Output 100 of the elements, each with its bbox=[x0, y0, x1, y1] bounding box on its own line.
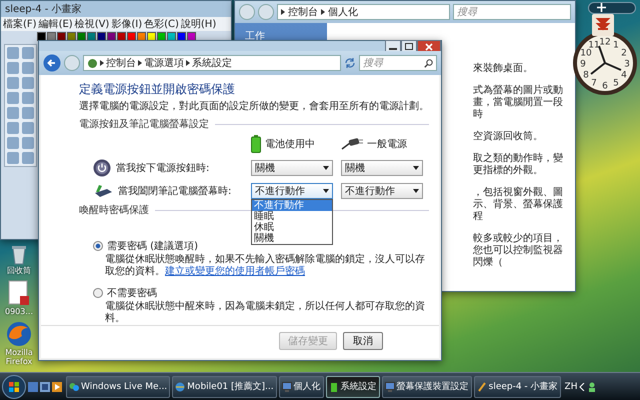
breadcrumb-item[interactable]: 個人化 bbox=[328, 5, 358, 19]
radio-label[interactable]: 需要密碼 (建議選項) bbox=[107, 239, 198, 253]
column-header: 一般電源 bbox=[367, 138, 407, 151]
menu-item[interactable]: 編輯(E) bbox=[38, 17, 73, 31]
search-field[interactable]: 搜尋 bbox=[359, 55, 437, 71]
menu-item[interactable]: 說明(H) bbox=[180, 17, 216, 31]
monitor-icon bbox=[384, 382, 395, 392]
taskbar-button[interactable]: 系統設定 bbox=[326, 376, 380, 398]
tool-icon[interactable] bbox=[22, 47, 34, 59]
column-header: 電池使用中 bbox=[265, 138, 315, 151]
chevron-icon bbox=[321, 9, 325, 15]
tool-icon[interactable] bbox=[7, 62, 19, 74]
description-text: 式為螢幕的圖片或動畫，當電腦閒置一段時 bbox=[473, 85, 564, 121]
tool-icon[interactable] bbox=[7, 107, 19, 119]
expand-tray-icon[interactable] bbox=[579, 382, 586, 390]
tool-icon[interactable] bbox=[22, 77, 34, 89]
description-text: 取之類的動作時，變更指標的外觀。 bbox=[473, 153, 564, 177]
laptop-icon bbox=[93, 183, 113, 199]
desktop-icon[interactable] bbox=[28, 382, 38, 392]
taskbar-button[interactable]: Mobile01 [推薦文]... bbox=[172, 376, 277, 398]
search-field[interactable]: 搜尋 bbox=[453, 4, 571, 20]
tool-icon[interactable] bbox=[22, 152, 34, 164]
language-indicator[interactable]: ZH bbox=[564, 382, 578, 392]
tool-icon[interactable] bbox=[7, 92, 19, 104]
dropdown-option[interactable]: 不進行動作 bbox=[252, 200, 332, 211]
tool-icon[interactable] bbox=[7, 152, 19, 164]
setting-label: 當我按下電源按鈕時: bbox=[116, 162, 210, 175]
description-text: ，包括視窗外觀、圖示、背景、螢幕保護程 bbox=[473, 187, 564, 223]
sidebar-heading: 工作 bbox=[245, 31, 265, 42]
tool-icon[interactable] bbox=[22, 62, 34, 74]
desktop-icon-label[interactable]: 回收筒 bbox=[1, 266, 37, 275]
description-text: 來裝飾桌面。 bbox=[473, 63, 534, 75]
password-link[interactable]: 建立或變更您的使用者帳戶密碼 bbox=[165, 266, 305, 277]
menu-item[interactable]: 影像(I) bbox=[111, 17, 142, 31]
refresh-icon[interactable] bbox=[344, 57, 356, 69]
tool-icon[interactable] bbox=[7, 77, 19, 89]
chevron-icon bbox=[281, 9, 285, 15]
page-title: 定義電源按鈕並開啟密碼保護 bbox=[79, 81, 236, 98]
taskbar-button[interactable]: 個人化 bbox=[278, 376, 324, 398]
caret-icon bbox=[323, 189, 329, 193]
taskbar-button[interactable]: 螢幕保護裝置設定 bbox=[382, 376, 472, 398]
tool-icon[interactable] bbox=[22, 137, 34, 149]
taskbar-button[interactable]: sleep-4 - 小畫家 bbox=[474, 376, 561, 398]
address-bar[interactable]: 控制台 電源選項 系統設定 bbox=[83, 55, 341, 71]
fox-globe-icon[interactable] bbox=[6, 321, 32, 347]
radio-button[interactable] bbox=[93, 241, 103, 251]
feed-gadget-icon[interactable] bbox=[592, 14, 614, 36]
setting-label: 當我闔閉筆記電腦螢幕時: bbox=[118, 184, 232, 198]
taskbar-button[interactable]: Windows Live Me... bbox=[66, 376, 170, 398]
dropdown-field[interactable]: 關機 bbox=[251, 160, 333, 176]
menu-item[interactable]: 檢視(V) bbox=[74, 17, 110, 31]
menu-item[interactable]: 檔案(F) bbox=[3, 17, 37, 31]
media-player-icon[interactable] bbox=[52, 382, 62, 392]
network-icon[interactable] bbox=[587, 382, 598, 392]
palette-swatch[interactable] bbox=[37, 32, 46, 41]
caret-icon bbox=[413, 166, 419, 170]
chevron-icon bbox=[100, 60, 104, 66]
dropdown-field[interactable]: 關機 bbox=[341, 160, 423, 176]
page-description: 選擇電腦的電源設定，對此頁面的設定所做的變更，會套用至所有的電源計劃。 bbox=[79, 101, 429, 113]
pdf-file-icon[interactable] bbox=[8, 280, 30, 306]
section-heading: 電源按鈕及筆記電腦螢幕設定 bbox=[79, 118, 209, 131]
tool-icon[interactable] bbox=[22, 122, 34, 134]
tool-icon[interactable] bbox=[22, 107, 34, 119]
clock-gadget: 1112 1 10 2 9 3 8 4 7 6 5 bbox=[572, 30, 638, 96]
chevron-icon bbox=[138, 60, 142, 66]
globe-icon bbox=[175, 382, 186, 392]
people-icon bbox=[69, 382, 79, 392]
power-plug-icon bbox=[341, 138, 363, 150]
tool-icon[interactable] bbox=[7, 47, 19, 59]
address-bar[interactable]: 控制台 個人化 bbox=[277, 4, 450, 20]
section-heading: 喚醒時密碼保護 bbox=[79, 204, 149, 217]
add-icon[interactable] bbox=[597, 3, 606, 12]
chevron-icon bbox=[186, 60, 190, 66]
option-description: 電腦從休眠狀態中醒來時，因為電腦未鎖定，所以任何人都可存取您的資料。 bbox=[105, 301, 426, 325]
description-text: 較多或較少的項目，您也可以控制監視器閃爍（ bbox=[473, 233, 564, 269]
dropdown-option[interactable]: 關機 bbox=[252, 233, 332, 244]
battery-plug-icon bbox=[328, 382, 339, 392]
dropdown-option[interactable]: 休眠 bbox=[252, 222, 332, 233]
window-switch-icon[interactable] bbox=[40, 382, 50, 392]
breadcrumb-item[interactable]: 電源選項 bbox=[144, 56, 184, 70]
tool-icon[interactable] bbox=[7, 122, 19, 134]
dropdown-option[interactable]: 睡眠 bbox=[252, 211, 332, 222]
option-description: 電腦從休眠狀態喚醒時，如果不先輸入密碼解除電腦的鎖定，沒人可以存取您的資料。建立或變更您的使用者帳戶密碼 bbox=[105, 254, 426, 278]
tool-icon[interactable] bbox=[7, 137, 19, 149]
breadcrumb-item[interactable]: 系統設定 bbox=[192, 56, 232, 70]
search-icon[interactable] bbox=[424, 58, 433, 68]
brush-icon bbox=[476, 382, 487, 392]
radio-button[interactable] bbox=[93, 288, 103, 298]
dialog-button[interactable]: 取消 bbox=[343, 332, 383, 350]
monitor-icon bbox=[282, 382, 292, 392]
start-orb-icon[interactable] bbox=[2, 374, 26, 398]
breadcrumb-item[interactable]: 控制台 bbox=[106, 56, 136, 70]
menu-item[interactable]: 色彩(C) bbox=[144, 17, 179, 31]
dropdown-field[interactable]: 不進行動作 bbox=[341, 183, 423, 199]
breadcrumb-item[interactable]: 控制台 bbox=[288, 5, 318, 19]
radio-label[interactable]: 不需要密碼 bbox=[107, 286, 157, 300]
window-title: sleep-4 - 小畫家 bbox=[5, 4, 82, 15]
dropdown-field[interactable]: 不進行動作 bbox=[251, 183, 333, 199]
power-button-icon bbox=[93, 159, 111, 177]
tool-icon[interactable] bbox=[22, 92, 34, 104]
